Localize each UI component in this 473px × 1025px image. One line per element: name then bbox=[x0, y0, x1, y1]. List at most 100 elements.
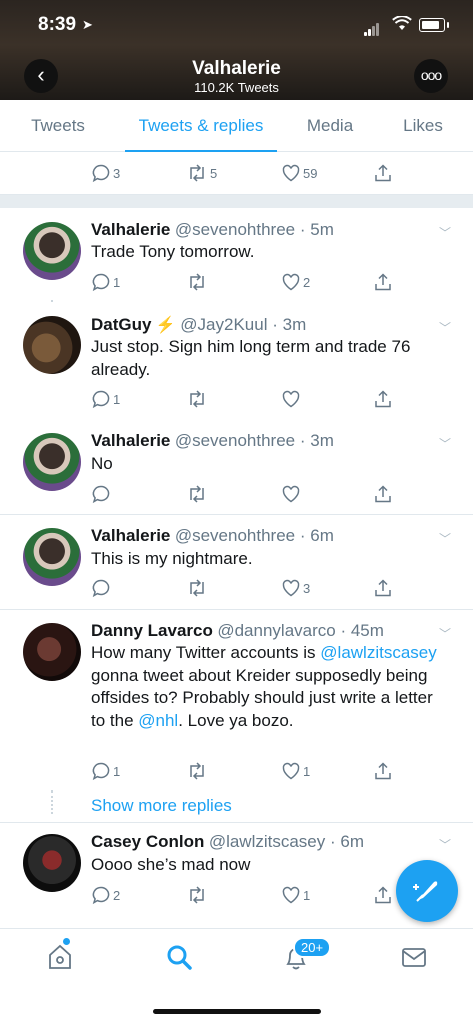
reply-button[interactable]: 1 bbox=[91, 760, 120, 782]
tweet-handle[interactable]: @Jay2Kuul bbox=[180, 315, 267, 334]
retweet-button[interactable] bbox=[186, 884, 210, 906]
retweet-button[interactable] bbox=[186, 271, 210, 293]
reply-icon bbox=[92, 273, 110, 292]
share-button[interactable] bbox=[373, 483, 393, 505]
tweet-text: How many Twitter accounts is @lawlzitsca… bbox=[91, 642, 441, 732]
like-button[interactable] bbox=[281, 388, 303, 410]
notifications-badge: 20+ bbox=[293, 937, 332, 958]
like-icon bbox=[282, 164, 300, 182]
reply-button[interactable] bbox=[91, 483, 113, 505]
tweet[interactable]: Danny Lavarco @dannylavarco · 45m ﹀ How … bbox=[0, 610, 473, 790]
mention-link[interactable]: @nhl bbox=[138, 711, 178, 730]
tweet-handle[interactable]: @dannylavarco bbox=[217, 621, 335, 640]
retweet-button[interactable] bbox=[186, 577, 210, 599]
share-icon bbox=[375, 485, 391, 503]
chevron-down-icon[interactable]: ﹀ bbox=[439, 319, 451, 336]
tweet-author-name[interactable]: Valhalerie bbox=[91, 431, 170, 450]
like-button[interactable]: 2 bbox=[281, 271, 310, 293]
retweet-button[interactable]: 5 bbox=[186, 162, 217, 184]
avatar[interactable] bbox=[23, 623, 81, 681]
share-button[interactable] bbox=[373, 884, 393, 906]
tweet-time: 6m bbox=[310, 526, 334, 545]
retweet-icon bbox=[190, 164, 204, 182]
search-icon bbox=[167, 945, 192, 970]
share-button[interactable] bbox=[373, 760, 393, 782]
signal-icon bbox=[364, 18, 380, 36]
home-indicator bbox=[153, 1009, 321, 1014]
chevron-down-icon[interactable]: ﹀ bbox=[439, 224, 451, 241]
more-button[interactable]: ooo bbox=[414, 59, 448, 93]
compose-icon bbox=[413, 881, 438, 902]
retweet-button[interactable] bbox=[186, 483, 210, 505]
like-button[interactable]: 1 bbox=[281, 884, 310, 906]
messages-tab[interactable] bbox=[401, 943, 427, 976]
tab-tweets-and-replies[interactable]: Tweets & replies bbox=[125, 100, 277, 152]
tweet-author-name[interactable]: Valhalerie bbox=[91, 526, 170, 545]
share-button[interactable] bbox=[373, 271, 393, 293]
tweet-author-name[interactable]: Valhalerie bbox=[91, 220, 170, 239]
retweet-icon bbox=[190, 886, 204, 904]
like-button[interactable] bbox=[281, 483, 303, 505]
like-count: 59 bbox=[303, 165, 318, 181]
chevron-down-icon[interactable]: ﹀ bbox=[439, 625, 451, 642]
home-tab[interactable] bbox=[47, 943, 73, 976]
share-icon bbox=[375, 164, 391, 182]
share-icon bbox=[375, 762, 391, 780]
reply-button[interactable]: 1 bbox=[91, 388, 120, 410]
like-icon bbox=[282, 579, 300, 597]
compose-button[interactable] bbox=[396, 860, 458, 922]
section-gap bbox=[0, 194, 473, 208]
profile-name: Valhalerie bbox=[192, 58, 281, 79]
tab-tweets[interactable]: Tweets bbox=[14, 100, 102, 151]
profile-header: 8:39 ➤ ‹ Valhalerie 110.2K Tweets ooo bbox=[0, 0, 473, 100]
retweet-button[interactable] bbox=[186, 760, 210, 782]
reply-button[interactable]: 3 bbox=[91, 162, 120, 184]
tweet-author-name[interactable]: Casey Conlon bbox=[91, 832, 204, 851]
thread-line-dotted bbox=[51, 796, 53, 814]
chevron-down-icon[interactable]: ﹀ bbox=[439, 530, 451, 547]
tweet-handle[interactable]: @lawlzitscasey bbox=[209, 832, 325, 851]
share-button[interactable] bbox=[373, 388, 393, 410]
tweet-handle[interactable]: @sevenohthree bbox=[175, 526, 295, 545]
share-icon bbox=[375, 579, 391, 597]
share-icon bbox=[375, 886, 391, 904]
avatar[interactable] bbox=[23, 528, 81, 586]
tweet-author-name[interactable]: DatGuy bbox=[91, 315, 151, 334]
tweet[interactable]: Valhalerie @sevenohthree · 3m ﹀ No bbox=[0, 420, 473, 515]
chevron-down-icon[interactable]: ﹀ bbox=[439, 435, 451, 452]
tweet[interactable]: DatGuy ⚡ @Jay2Kuul · 3m ﹀ Just stop. Sig… bbox=[0, 302, 473, 420]
tweet-author-name[interactable]: Danny Lavarco bbox=[91, 621, 213, 640]
retweet-icon bbox=[190, 273, 204, 291]
search-tab[interactable] bbox=[165, 943, 193, 976]
avatar[interactable] bbox=[23, 222, 81, 280]
share-icon bbox=[375, 273, 391, 291]
tab-media[interactable]: Media bbox=[295, 100, 365, 151]
retweet-button[interactable] bbox=[186, 388, 210, 410]
avatar[interactable] bbox=[23, 316, 81, 374]
like-button[interactable]: 59 bbox=[281, 162, 317, 184]
like-button[interactable]: 3 bbox=[281, 577, 310, 599]
home-unread-dot bbox=[63, 938, 70, 945]
chevron-down-icon[interactable]: ﹀ bbox=[439, 836, 451, 853]
like-count: 1 bbox=[303, 763, 311, 779]
mention-link[interactable]: @lawlzitscasey bbox=[320, 643, 436, 662]
share-button[interactable] bbox=[373, 162, 393, 184]
reply-button[interactable]: 2 bbox=[91, 884, 120, 906]
share-button[interactable] bbox=[373, 577, 393, 599]
status-time: 8:39 bbox=[38, 14, 77, 35]
status-bar: 8:39 ➤ bbox=[0, 14, 473, 38]
avatar[interactable] bbox=[23, 433, 81, 491]
avatar[interactable] bbox=[23, 834, 81, 892]
tab-likes[interactable]: Likes bbox=[393, 100, 453, 151]
tweet-handle[interactable]: @sevenohthree bbox=[175, 431, 295, 450]
tweet[interactable]: Valhalerie @sevenohthree · 5m ﹀ Trade To… bbox=[0, 208, 473, 300]
like-button[interactable]: 1 bbox=[281, 760, 310, 782]
tweet-text: Trade Tony tomorrow. bbox=[91, 242, 255, 261]
tweet[interactable]: Valhalerie @sevenohthree · 6m ﹀ This is … bbox=[0, 515, 473, 610]
reply-button[interactable] bbox=[91, 577, 113, 599]
show-more-replies-link[interactable]: Show more replies bbox=[91, 796, 232, 816]
reply-button[interactable]: 1 bbox=[91, 271, 120, 293]
tweet-handle[interactable]: @sevenohthree bbox=[175, 220, 295, 239]
like-icon bbox=[282, 762, 300, 780]
retweet-icon bbox=[190, 762, 204, 780]
